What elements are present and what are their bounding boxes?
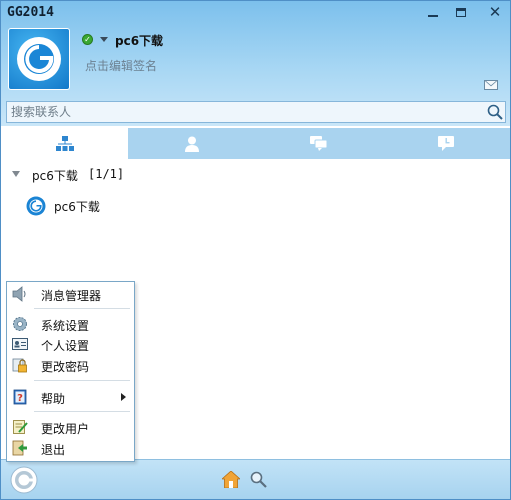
svg-text:?: ? bbox=[17, 393, 23, 404]
menu-item-help[interactable]: ? 帮助 bbox=[7, 387, 134, 407]
tab-chats[interactable] bbox=[255, 128, 382, 159]
menu-item-label: 更改用户 bbox=[41, 422, 90, 436]
list-item[interactable]: pc6下载 bbox=[1, 194, 510, 216]
maximize-button[interactable] bbox=[450, 3, 472, 21]
speaker-icon bbox=[12, 286, 26, 302]
main-popup-menu: 消息管理器 系统设置 个人设置 更改密码 ? 帮助 更改用户 退出 bbox=[6, 281, 135, 462]
gg-logo-icon bbox=[17, 37, 61, 81]
minimize-button[interactable] bbox=[422, 3, 444, 21]
menu-item-label: 退出 bbox=[41, 443, 66, 457]
contact-group-header[interactable]: pc6下载 [1/1] bbox=[1, 166, 510, 184]
group-expand-chevron-icon[interactable] bbox=[12, 171, 20, 177]
menu-item-label: 个人设置 bbox=[41, 339, 90, 353]
menu-item-exit[interactable]: 退出 bbox=[7, 438, 134, 458]
magnifier-icon[interactable] bbox=[250, 471, 267, 488]
help-book-icon: ? bbox=[13, 389, 27, 405]
group-count: [1/1] bbox=[88, 167, 125, 181]
gear-icon bbox=[13, 317, 27, 331]
bottom-bar bbox=[1, 459, 510, 499]
status-online-icon[interactable]: ✓ bbox=[82, 34, 93, 45]
id-card-icon bbox=[12, 338, 28, 350]
close-button[interactable]: ✕ bbox=[484, 3, 506, 21]
signature-edit[interactable]: 点击编辑签名 bbox=[85, 57, 157, 74]
window-title: GG2014 bbox=[7, 5, 54, 20]
menu-item-message-manager[interactable]: 消息管理器 bbox=[7, 284, 134, 304]
menu-item-personal-settings[interactable]: 个人设置 bbox=[7, 334, 134, 354]
minimize-icon bbox=[428, 15, 438, 17]
mail-icon[interactable] bbox=[484, 80, 498, 90]
profile-nickname: pc6下载 bbox=[115, 34, 164, 48]
contact-name: pc6下载 bbox=[54, 200, 100, 214]
tab-bar bbox=[1, 128, 510, 159]
menu-separator bbox=[34, 380, 130, 381]
gg-logo-icon bbox=[26, 196, 46, 216]
chat-bubbles-icon bbox=[309, 136, 327, 151]
menu-item-change-password[interactable]: 更改密码 bbox=[7, 355, 134, 375]
header: GG2014 ✕ ✓ pc6下载 点击编辑签名 bbox=[1, 1, 510, 126]
maximize-icon bbox=[456, 7, 466, 17]
menu-item-label: 帮助 bbox=[41, 392, 66, 406]
close-icon: ✕ bbox=[488, 3, 502, 21]
exit-icon bbox=[12, 440, 27, 456]
group-name: pc6下载 bbox=[32, 169, 78, 183]
menu-item-system-settings[interactable]: 系统设置 bbox=[7, 314, 134, 334]
avatar[interactable] bbox=[8, 28, 70, 90]
search-input[interactable] bbox=[11, 104, 481, 120]
notepad-icon bbox=[13, 420, 28, 434]
tab-recent[interactable] bbox=[382, 128, 509, 159]
status-dropdown-chevron-icon[interactable] bbox=[100, 37, 108, 42]
contact-icon bbox=[184, 136, 199, 152]
main-window: GG2014 ✕ ✓ pc6下载 点击编辑签名 搜索联系人 pc6下载 [1/1… bbox=[0, 0, 511, 500]
main-menu-button[interactable] bbox=[10, 466, 38, 494]
lock-icon bbox=[12, 358, 27, 373]
menu-item-label: 消息管理器 bbox=[41, 289, 102, 303]
menu-item-label: 系统设置 bbox=[41, 319, 90, 333]
recent-icon bbox=[437, 136, 454, 151]
menu-item-change-user[interactable]: 更改用户 bbox=[7, 417, 134, 437]
menu-separator bbox=[34, 411, 130, 412]
menu-item-label: 更改密码 bbox=[41, 360, 90, 374]
menu-separator bbox=[34, 308, 130, 309]
search-icon[interactable] bbox=[487, 104, 503, 120]
search-bar bbox=[6, 101, 506, 123]
home-icon[interactable] bbox=[222, 471, 240, 488]
tab-contacts[interactable] bbox=[128, 128, 255, 159]
submenu-arrow-icon bbox=[121, 393, 126, 401]
tab-organization[interactable] bbox=[1, 128, 128, 159]
org-chart-icon bbox=[55, 135, 74, 151]
